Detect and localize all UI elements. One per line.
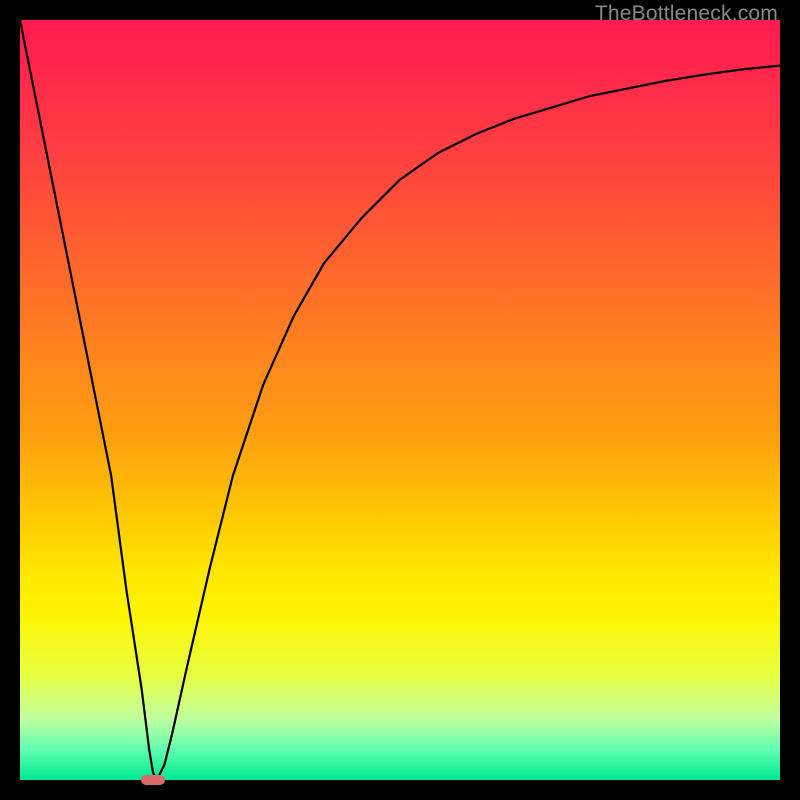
plot-area [20, 20, 780, 780]
bottleneck-curve [20, 20, 780, 780]
watermark-text: TheBottleneck.com [595, 2, 778, 26]
minimum-marker [141, 775, 165, 784]
curve-layer [20, 20, 780, 780]
chart-container: TheBottleneck.com [0, 0, 800, 800]
